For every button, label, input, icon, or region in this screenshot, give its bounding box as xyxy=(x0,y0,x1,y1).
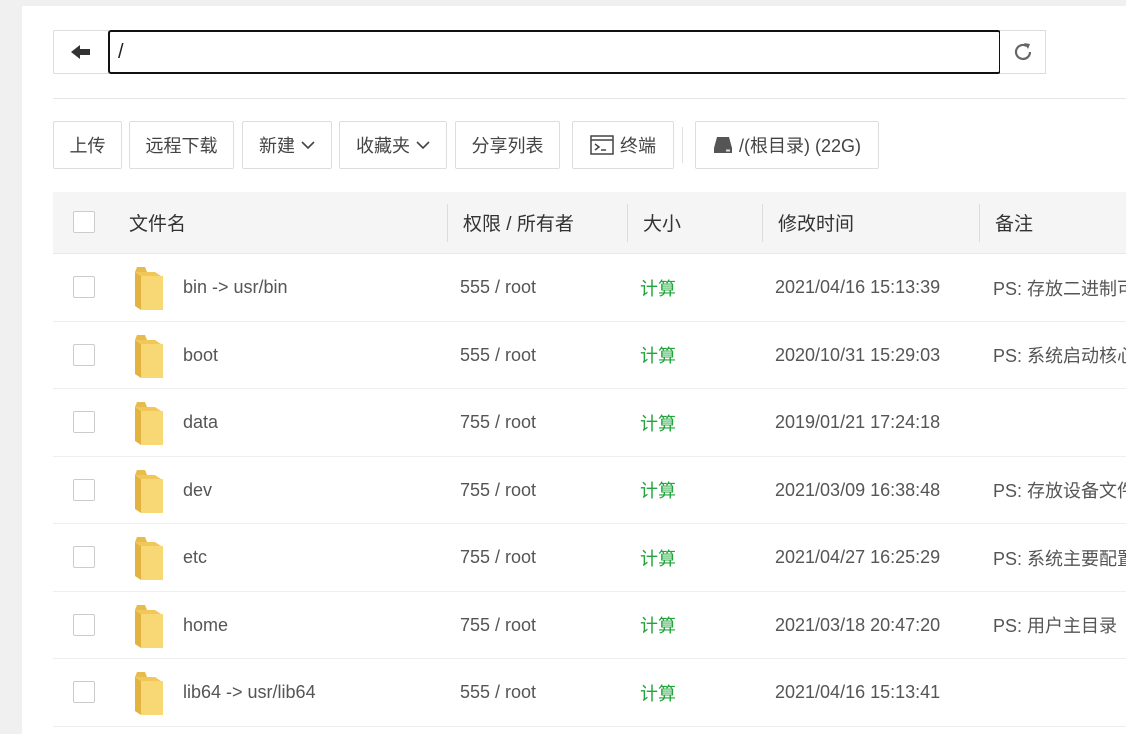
hard-drive-icon xyxy=(713,137,732,153)
file-remark xyxy=(993,389,1126,456)
back-button[interactable] xyxy=(53,30,109,74)
disk-label: /(根目录) (22G) xyxy=(738,136,861,156)
row-checkbox[interactable] xyxy=(73,478,95,501)
file-remark: PS: 存放设备文件 xyxy=(993,481,1126,501)
path-input[interactable] xyxy=(108,30,1001,74)
table-row[interactable]: boot 555 / root 计算 2020/10/31 15:29:03 P… xyxy=(53,322,1126,389)
row-checkbox[interactable] xyxy=(73,613,95,636)
row-checkbox[interactable] xyxy=(73,276,95,298)
column-separator xyxy=(979,204,980,242)
calculate-size-link[interactable]: 计算 xyxy=(640,659,750,726)
file-modified-time: 2019/01/21 17:24:18 xyxy=(775,412,941,432)
share-list-button[interactable]: 分享列表 xyxy=(455,121,560,169)
calculate-size-link[interactable]: 计算 xyxy=(640,389,750,456)
header-remark[interactable]: 备注 xyxy=(995,192,1033,253)
header-modified[interactable]: 修改时间 xyxy=(778,192,854,253)
file-modified-time: 2021/03/18 20:47:20 xyxy=(775,614,941,635)
upload-label: 上传 xyxy=(69,136,106,156)
column-separator xyxy=(627,204,628,242)
select-all-checkbox[interactable] xyxy=(73,211,95,233)
table-row[interactable]: home 755 / root 计算 2021/03/18 20:47:20 P… xyxy=(53,592,1126,659)
row-checkbox[interactable] xyxy=(73,411,95,433)
file-name[interactable]: boot xyxy=(183,322,443,389)
file-modified-time: 2021/04/16 15:13:41 xyxy=(775,682,941,702)
file-remark: PS: 系统主要配置 xyxy=(993,548,1126,569)
folder-icon xyxy=(135,402,163,445)
file-remark: PS: 存放二进制可 xyxy=(993,278,1126,299)
file-modified-time: 2021/04/27 16:25:29 xyxy=(775,547,941,567)
file-permission[interactable]: 755 / root xyxy=(460,457,620,524)
refresh-icon xyxy=(1014,43,1031,61)
folder-icon xyxy=(135,604,163,648)
table-header: 文件名 权限 / 所有者 大小 修改时间 备注 xyxy=(53,192,1126,254)
file-permission[interactable]: 755 / root xyxy=(460,389,620,456)
file-name[interactable]: etc xyxy=(183,524,443,591)
divider xyxy=(53,98,1126,99)
file-permission[interactable]: 555 / root xyxy=(460,322,620,389)
table-row[interactable]: lib64 -> usr/lib64 555 / root 计算 2021/04… xyxy=(53,659,1126,727)
file-table: 文件名 权限 / 所有者 大小 修改时间 备注 bin -> usr/bin 5… xyxy=(53,192,1126,727)
disk-button[interactable]: /(根目录) (22G) xyxy=(695,121,879,169)
header-filename[interactable]: 文件名 xyxy=(129,192,186,253)
path-bar xyxy=(53,30,1046,80)
header-size[interactable]: 大小 xyxy=(643,192,681,253)
folder-icon xyxy=(135,334,163,378)
chevron-down-icon xyxy=(301,141,315,150)
folder-icon xyxy=(135,672,163,715)
file-permission[interactable]: 555 / root xyxy=(460,659,620,726)
table-row[interactable]: bin -> usr/bin 555 / root 计算 2021/04/16 … xyxy=(53,254,1126,322)
calculate-size-link[interactable]: 计算 xyxy=(640,254,750,321)
file-remark xyxy=(993,659,1126,726)
row-checkbox[interactable] xyxy=(73,546,95,568)
file-permission[interactable]: 755 / root xyxy=(460,524,620,591)
file-remark: PS: 系统启动核心 xyxy=(993,346,1126,366)
file-modified-time: 2021/04/16 15:13:39 xyxy=(775,277,941,297)
file-modified-time: 2020/10/31 15:29:03 xyxy=(775,344,941,365)
calculate-size-link[interactable]: 计算 xyxy=(640,592,750,659)
refresh-button[interactable] xyxy=(1000,30,1046,74)
terminal-icon xyxy=(590,135,614,155)
row-checkbox[interactable] xyxy=(73,343,95,366)
file-name[interactable]: home xyxy=(183,592,443,659)
folder-icon xyxy=(135,267,163,310)
terminal-button[interactable]: 终端 xyxy=(572,121,674,169)
file-modified-time: 2021/03/09 16:38:48 xyxy=(775,479,941,500)
table-row[interactable]: etc 755 / root 计算 2021/04/27 16:25:29 PS… xyxy=(53,524,1126,592)
share-list-label: 分享列表 xyxy=(471,136,544,156)
calculate-size-link[interactable]: 计算 xyxy=(640,322,750,389)
remote-download-button[interactable]: 远程下载 xyxy=(129,121,234,169)
folder-icon xyxy=(135,469,163,513)
upload-button[interactable]: 上传 xyxy=(53,121,122,169)
file-manager-panel: 上传 远程下载 新建 收藏夹 分享列表 终端 xyxy=(22,6,1126,734)
file-name[interactable]: data xyxy=(183,389,443,456)
table-row[interactable]: dev 755 / root 计算 2021/03/09 16:38:48 PS… xyxy=(53,457,1126,524)
row-checkbox[interactable] xyxy=(73,681,95,703)
file-name[interactable]: dev xyxy=(183,457,443,524)
favorites-label: 收藏夹 xyxy=(356,136,410,156)
new-dropdown-button[interactable]: 新建 xyxy=(242,121,332,169)
remote-download-label: 远程下载 xyxy=(145,136,218,156)
terminal-label: 终端 xyxy=(620,136,656,156)
calculate-size-link[interactable]: 计算 xyxy=(640,524,750,591)
file-permission[interactable]: 755 / root xyxy=(460,592,620,659)
favorites-dropdown-button[interactable]: 收藏夹 xyxy=(339,121,447,169)
chevron-down-icon xyxy=(416,141,430,150)
toolbar-separator xyxy=(682,127,683,163)
file-name[interactable]: lib64 -> usr/lib64 xyxy=(183,659,443,726)
column-separator xyxy=(447,204,448,242)
calculate-size-link[interactable]: 计算 xyxy=(640,457,750,524)
file-name[interactable]: bin -> usr/bin xyxy=(183,254,443,321)
table-body: bin -> usr/bin 555 / root 计算 2021/04/16 … xyxy=(53,254,1126,727)
table-row[interactable]: data 755 / root 计算 2019/01/21 17:24:18 xyxy=(53,389,1126,457)
file-permission[interactable]: 555 / root xyxy=(460,254,620,321)
column-separator xyxy=(762,204,763,242)
file-remark: PS: 用户主目录 xyxy=(993,616,1118,636)
arrow-left-icon xyxy=(71,45,90,59)
header-permission[interactable]: 权限 / 所有者 xyxy=(463,192,574,253)
folder-icon xyxy=(135,537,163,580)
new-label: 新建 xyxy=(259,136,295,156)
